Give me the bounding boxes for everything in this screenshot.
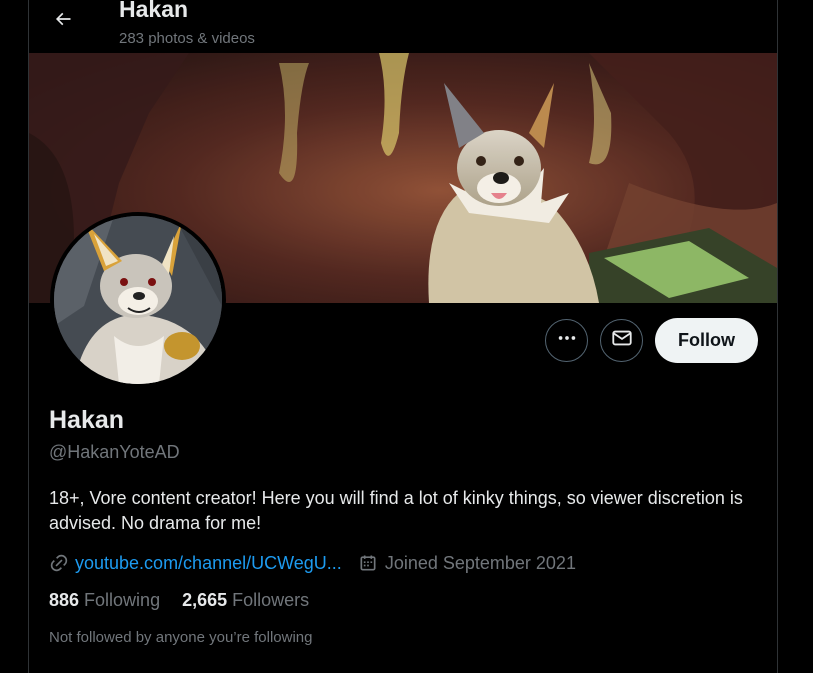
profile-bio: 18+, Vore content creator! Here you will…	[49, 488, 743, 533]
followers-count: 2,665	[182, 590, 228, 610]
user-handle: @HakanYoteAD	[49, 442, 180, 462]
followers-label: Followers	[232, 590, 310, 610]
arrow-left-icon	[53, 9, 73, 34]
avatar[interactable]	[54, 216, 222, 384]
header-media-count: 283 photos & videos	[119, 30, 255, 47]
calendar-icon	[358, 553, 378, 573]
follow-button[interactable]: Follow	[655, 318, 758, 363]
more-button[interactable]	[545, 319, 588, 362]
following-link[interactable]: 886 Following	[49, 590, 160, 611]
header-title: Hakan	[119, 0, 189, 22]
follow-context: Not followed by anyone you’re following	[49, 629, 313, 646]
profile-column: Hakan 283 photos & videos Follow Hakan @…	[28, 0, 778, 673]
avatar-image	[54, 216, 222, 384]
following-count: 886	[49, 590, 80, 610]
website-link[interactable]: youtube.com/channel/UCWegU...	[75, 553, 342, 574]
top-bar: Hakan 283 photos & videos	[29, 0, 777, 53]
joined-date: Joined September 2021	[384, 552, 576, 573]
back-button[interactable]	[46, 4, 80, 38]
followers-link[interactable]: 2,665 Followers	[182, 590, 309, 611]
link-icon	[49, 553, 69, 573]
following-label: Following	[84, 590, 161, 610]
display-name: Hakan	[49, 406, 125, 434]
message-button[interactable]	[600, 319, 643, 362]
mail-icon	[611, 327, 633, 354]
follow-stats: 886 Following 2,665 Followers	[49, 590, 309, 611]
more-dots-icon	[556, 327, 578, 354]
profile-meta: youtube.com/channel/UCWegU... Joined Sep…	[49, 550, 576, 576]
